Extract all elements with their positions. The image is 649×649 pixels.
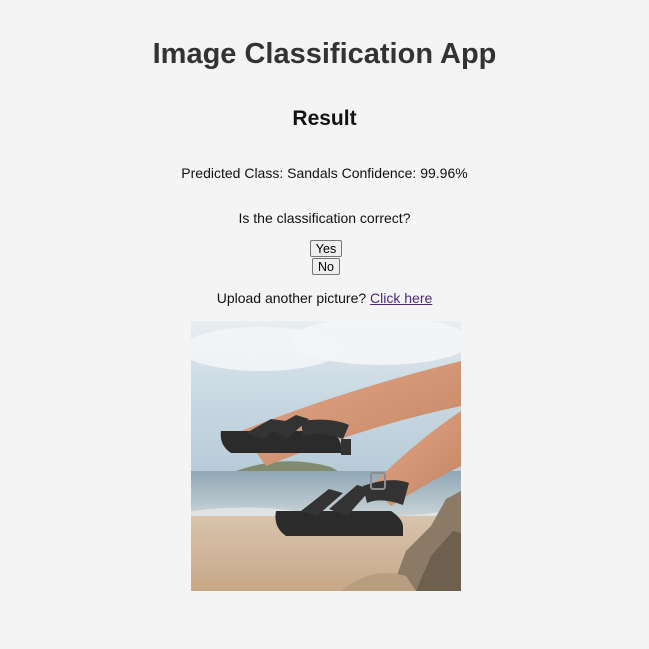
upload-another-line: Upload another picture? Click here xyxy=(0,289,649,307)
yes-button[interactable]: Yes xyxy=(310,240,342,257)
feedback-question: Is the classification correct? xyxy=(238,210,411,226)
upload-link[interactable]: Click here xyxy=(370,290,432,306)
result-page: Image Classification App Result Predicte… xyxy=(0,0,649,649)
app-title: Image Classification App xyxy=(152,38,497,70)
no-button[interactable]: No xyxy=(312,258,340,275)
prediction-text: Predicted Class: Sandals Confidence: 99.… xyxy=(181,165,468,181)
uploaded-image xyxy=(191,321,461,591)
sandals-photo xyxy=(191,321,461,591)
upload-prompt: Upload another picture? xyxy=(216,290,371,306)
result-heading: Result xyxy=(292,107,357,130)
